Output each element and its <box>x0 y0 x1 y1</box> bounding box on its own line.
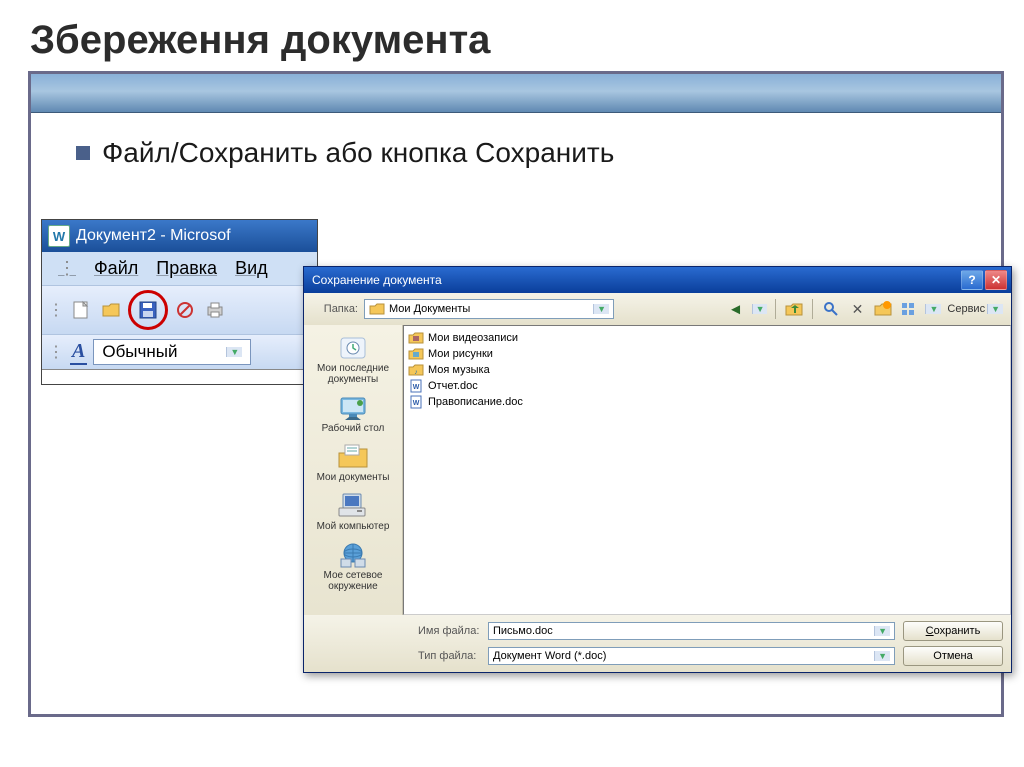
place-network-label: Мое сетевое окружение <box>304 570 402 592</box>
dialog-title: Сохранение документа <box>312 273 442 287</box>
filename-label: Имя файла: <box>418 625 480 637</box>
filename-input[interactable]: Письмо.doc ▼ <box>488 622 895 640</box>
save-btn-rest: охранить <box>934 625 981 637</box>
delete-icon[interactable]: ✕ <box>847 299 867 319</box>
mydocs-icon <box>336 442 370 472</box>
file-list[interactable]: Мои видеозаписи Мои рисунки ♪ Моя музыка… <box>403 325 1011 615</box>
file-name: Мои рисунки <box>428 348 493 360</box>
dialog-titlebar: Сохранение документа ? ✕ <box>304 267 1011 293</box>
list-item[interactable]: ♪ Моя музыка <box>408 362 1006 378</box>
list-item[interactable]: W Правописание.doc <box>408 394 1006 410</box>
bullet-icon <box>76 146 90 160</box>
list-item[interactable]: Мои видеозаписи <box>408 330 1006 346</box>
service-label: Сервис <box>947 303 985 315</box>
folder-value: Мои Документы <box>389 303 470 315</box>
place-recent[interactable]: Мои последние документы <box>302 329 404 389</box>
place-mydocs[interactable]: Мои документы <box>302 438 404 487</box>
chevron-down-icon: ▼ <box>987 304 1003 314</box>
word-titlebar: W Документ2 - Microsof <box>42 220 317 252</box>
chevron-down-icon: ▼ <box>874 651 890 661</box>
place-mydocs-label: Мои документы <box>317 472 390 483</box>
dialog-body: Мои последние документы Рабочий стол Мои… <box>304 325 1011 615</box>
save-button[interactable]: Сохранить <box>903 621 1003 641</box>
filename-value: Письмо.doc <box>493 625 553 637</box>
dialog-bottom-bar: Имя файла: Письмо.doc ▼ Сохранить Тип фа… <box>304 615 1011 672</box>
word-document-area <box>42 369 317 384</box>
place-desktop[interactable]: Рабочий стол <box>302 389 404 438</box>
svg-text:♪: ♪ <box>414 369 418 376</box>
places-bar: Мои последние документы Рабочий стол Мои… <box>304 325 403 615</box>
permissions-icon[interactable] <box>172 298 198 322</box>
place-network[interactable]: Мое сетевое окружение <box>302 536 404 596</box>
file-name: Мои видеозаписи <box>428 332 518 344</box>
back-icon[interactable]: ◄ <box>726 299 746 319</box>
decorative-stripe <box>31 74 1001 113</box>
menu-view[interactable]: Вид <box>227 256 276 281</box>
network-icon <box>336 540 370 570</box>
chevron-down-icon: ▼ <box>874 626 890 636</box>
word-window-fragment: W Документ2 - Microsof ⋮ Файл Правка Вид… <box>41 219 318 385</box>
file-name: Отчет.doc <box>428 380 478 392</box>
file-name: Правописание.doc <box>428 396 523 408</box>
folder-dropdown[interactable]: Мои Документы ▼ <box>364 299 614 319</box>
slide-content-frame: Файл/Сохранить або кнопка Сохранить W До… <box>28 71 1004 717</box>
close-button[interactable]: ✕ <box>985 270 1007 290</box>
new-folder-icon[interactable] <box>873 299 893 319</box>
chevron-down-icon[interactable]: ▼ <box>752 304 768 314</box>
place-mycomputer-label: Мой компьютер <box>317 521 390 532</box>
save-icon[interactable] <box>135 298 161 322</box>
save-dialog: Сохранение документа ? ✕ Папка: Мои Доку… <box>303 266 1012 673</box>
svg-text:W: W <box>413 400 420 407</box>
word-app-icon: W <box>48 225 70 247</box>
search-icon[interactable] <box>821 299 841 319</box>
desktop-icon <box>336 393 370 423</box>
doc-icon: W <box>408 395 424 409</box>
place-mycomputer[interactable]: Мой компьютер <box>302 487 404 536</box>
service-menu[interactable]: Сервис ▼ <box>947 303 1003 315</box>
svg-text:W: W <box>413 384 420 391</box>
chevron-down-icon: ▼ <box>226 347 242 357</box>
help-button[interactable]: ? <box>961 270 983 290</box>
word-menubar: ⋮ Файл Правка Вид <box>42 252 317 285</box>
list-item[interactable]: Мои рисунки <box>408 346 1006 362</box>
views-icon[interactable] <box>899 299 919 319</box>
word-title-text: Документ2 - Microsof <box>76 227 231 245</box>
new-doc-icon[interactable] <box>68 298 94 322</box>
computer-icon <box>336 491 370 521</box>
recent-icon <box>336 333 370 363</box>
dialog-toolbar: Папка: Мои Документы ▼ ◄ ▼ ✕ <box>304 293 1011 325</box>
style-value: Обычный <box>102 342 177 362</box>
styles-icon[interactable]: A <box>70 340 87 365</box>
folder-music-icon: ♪ <box>408 363 424 377</box>
up-folder-icon[interactable] <box>784 299 804 319</box>
menu-file[interactable]: Файл <box>86 256 146 281</box>
open-folder-icon[interactable] <box>98 298 124 322</box>
save-button-highlight <box>128 290 168 330</box>
folder-video-icon <box>408 331 424 345</box>
chevron-down-icon[interactable]: ▼ <box>925 304 941 314</box>
bullet-line: Файл/Сохранить або кнопка Сохранить <box>76 137 614 169</box>
cancel-button[interactable]: Отмена <box>903 646 1003 666</box>
folder-pics-icon <box>408 347 424 361</box>
print-icon[interactable] <box>202 298 228 322</box>
filetype-dropdown[interactable]: Документ Word (*.doc) ▼ <box>488 647 895 665</box>
filetype-value: Документ Word (*.doc) <box>493 650 606 662</box>
list-item[interactable]: W Отчет.doc <box>408 378 1006 394</box>
place-recent-label: Мои последние документы <box>304 363 402 385</box>
bullet-text: Файл/Сохранить або кнопка Сохранить <box>102 137 614 169</box>
word-toolbar: ⋮ <box>42 285 317 335</box>
menu-edit[interactable]: Правка <box>148 256 225 281</box>
place-desktop-label: Рабочий стол <box>322 423 385 434</box>
folder-label: Папка: <box>312 303 358 315</box>
chevron-down-icon: ▼ <box>593 304 609 314</box>
file-name: Моя музыка <box>428 364 490 376</box>
style-selector[interactable]: Обычный ▼ <box>93 339 251 365</box>
slide-title: Збереження документа <box>0 0 1024 71</box>
folder-icon <box>369 302 385 316</box>
word-formatting-toolbar: ⋮ A Обычный ▼ <box>42 335 317 369</box>
filetype-label: Тип файла: <box>418 650 480 662</box>
doc-icon: W <box>408 379 424 393</box>
